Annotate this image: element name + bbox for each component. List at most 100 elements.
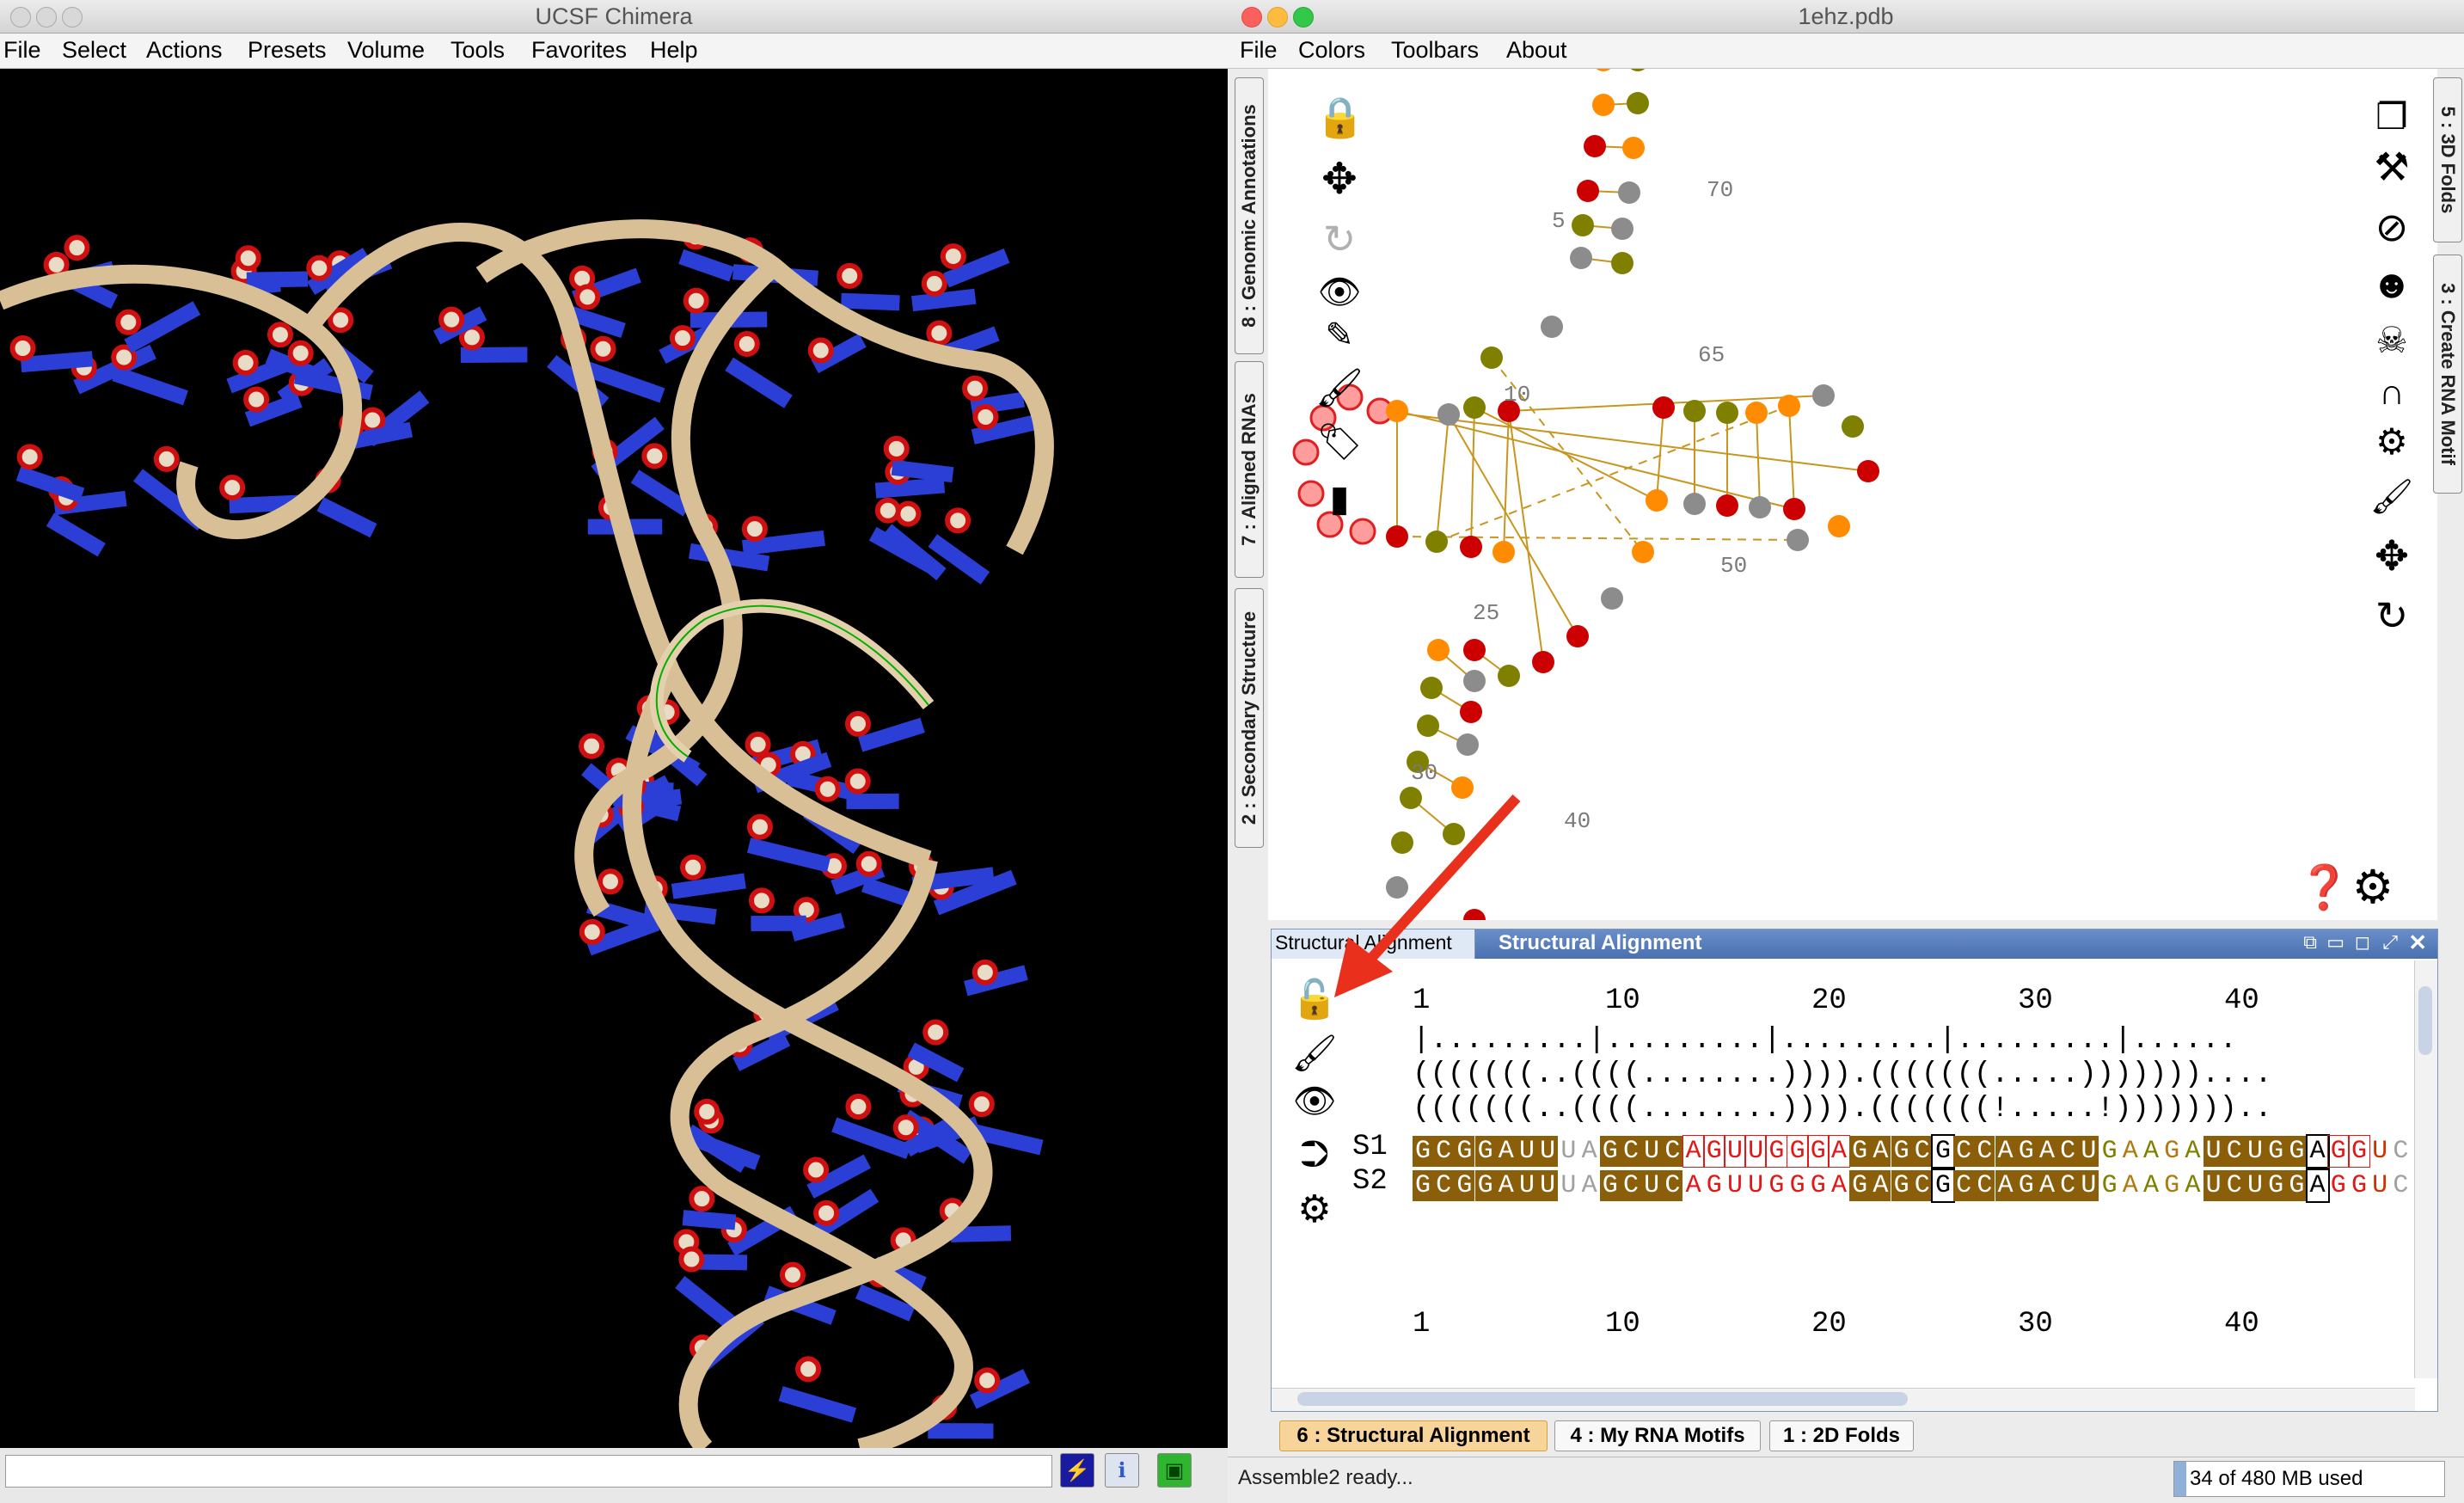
nucleotide-dot[interactable] — [1778, 395, 1800, 417]
nucleotide-cell[interactable]: G — [2349, 1170, 2369, 1201]
nucleotide-cell[interactable]: A — [2037, 1170, 2057, 1201]
nucleotide-dot[interactable] — [1349, 518, 1376, 545]
nucleotide-cell[interactable]: C — [1433, 1136, 1455, 1167]
nucleotide-cell[interactable]: C — [2057, 1170, 2079, 1201]
nucleotide-cell[interactable]: G — [2326, 1135, 2350, 1168]
nucleotide-dot[interactable] — [1618, 181, 1640, 204]
image-icon[interactable]: ▣ — [1157, 1453, 1192, 1488]
nucleotide-dot[interactable] — [1425, 531, 1448, 553]
nucleotide-dot[interactable] — [1622, 137, 1645, 159]
nucleotide-dot[interactable] — [1716, 494, 1738, 517]
nucleotide-cell[interactable]: G — [2099, 1136, 2120, 1167]
nucleotide-cell[interactable]: A — [1870, 1170, 1891, 1201]
nucleotide-cell[interactable]: C — [1974, 1170, 1995, 1201]
nucleotide-dot[interactable] — [1577, 180, 1599, 202]
nucleotide-cell[interactable]: G — [1849, 1136, 1871, 1167]
nucleotide-cell[interactable]: U — [1641, 1136, 1663, 1167]
paintbrush-icon[interactable]: 🖌 — [1290, 1029, 1339, 1077]
nucleotide-cell[interactable]: A — [2182, 1136, 2203, 1167]
nucleotide-cell[interactable]: C — [1621, 1136, 1641, 1167]
nucleotide-cell[interactable]: A — [2141, 1170, 2161, 1201]
nucleotide-cell[interactable]: U — [1558, 1136, 1578, 1167]
nucleotide-dot[interactable] — [1683, 400, 1706, 422]
skull-icon[interactable]: ☠ — [2368, 316, 2416, 365]
refresh-icon[interactable]: ↻ — [2368, 592, 2416, 640]
settings-gear-icon[interactable]: ⚙ — [2349, 863, 2397, 911]
nucleotide-cell[interactable]: G — [2348, 1135, 2370, 1168]
nucleotide-cell[interactable]: G — [1786, 1135, 1809, 1168]
nucleotide-cell[interactable]: C — [1662, 1136, 1683, 1167]
horizontal-scroll-thumb[interactable] — [1297, 1392, 1908, 1406]
panel-undock-icon[interactable]: ⧉ — [2303, 931, 2317, 954]
nucleotide-cell[interactable]: C — [1662, 1170, 1683, 1201]
3d-molecule-viewer[interactable] — [0, 69, 1228, 1457]
nucleotide-dot[interactable] — [1592, 94, 1615, 116]
magnet-icon[interactable]: ∩ — [2368, 368, 2416, 416]
nucleotide-cell[interactable]: G — [1599, 1170, 1621, 1201]
nucleotide-cell[interactable]: U — [2078, 1170, 2099, 1201]
nucleotide-cell[interactable]: C — [2057, 1136, 2079, 1167]
nucleotide-dot[interactable] — [1386, 876, 1408, 899]
nucleotide-dot[interactable] — [1611, 252, 1633, 274]
lock-icon[interactable]: 🔒 — [1315, 93, 1364, 141]
collapse-icon[interactable]: ✥ — [1315, 155, 1364, 203]
nucleotide-cell[interactable]: C — [1433, 1170, 1455, 1201]
menu-colors[interactable]: Colors — [1298, 37, 1365, 64]
nucleotide-cell[interactable]: G — [2286, 1170, 2308, 1201]
nucleotide-dot[interactable] — [1749, 496, 1771, 518]
nucleotide-cell[interactable]: U — [1744, 1135, 1768, 1168]
menu-actions[interactable]: Actions — [146, 37, 223, 64]
nucleotide-cell[interactable]: G — [2265, 1170, 2287, 1201]
vertical-scroll-thumb[interactable] — [2418, 986, 2432, 1055]
nucleotide-cell[interactable]: A — [2120, 1136, 2141, 1167]
nucleotide-dot[interactable] — [1498, 665, 1520, 687]
vertical-scrollbar[interactable] — [2414, 960, 2437, 1378]
nucleotide-cell[interactable]: G — [1413, 1170, 1433, 1201]
tab-my-rna-motifs[interactable]: 4 : My RNA Motifs — [1554, 1420, 1761, 1451]
tab-structural-alignment-bottom[interactable]: 6 : Structural Alignment — [1279, 1420, 1548, 1451]
nucleotide-cell[interactable]: U — [1558, 1170, 1578, 1201]
nucleotide-cell[interactable]: A — [1579, 1136, 1600, 1167]
nucleotide-dot[interactable] — [1463, 639, 1486, 661]
info-icon[interactable]: ℹ — [1105, 1453, 1139, 1488]
nucleotide-dot[interactable] — [1292, 439, 1320, 466]
menu-tools[interactable]: Tools — [451, 37, 505, 64]
nucleotide-cell[interactable]: C — [1911, 1170, 1933, 1201]
nucleotide-cell[interactable]: G — [1849, 1170, 1871, 1201]
help-icon[interactable]: ❓ — [2297, 863, 2351, 911]
nucleotide-cell[interactable]: C — [2390, 1170, 2411, 1201]
nucleotide-cell[interactable]: C — [2390, 1136, 2411, 1167]
nucleotide-cell[interactable]: G — [2015, 1136, 2037, 1167]
sign-in-icon[interactable]: ⮊ — [1290, 1131, 1339, 1179]
nucleotide-cell[interactable]: G — [1474, 1136, 1496, 1167]
magic-wand-icon[interactable]: ✎ — [1315, 311, 1364, 359]
menu-file[interactable]: File — [3, 37, 41, 64]
tab-genomic-annotations[interactable]: 8 : Genomic Annotations — [1235, 77, 1264, 354]
nucleotide-dot[interactable] — [1857, 460, 1879, 482]
nucleotide-cell[interactable]: A — [1495, 1170, 1517, 1201]
nucleotide-cell[interactable]: U — [1745, 1170, 1766, 1201]
menu-help[interactable]: Help — [650, 37, 698, 64]
nucleotide-dot[interactable] — [1400, 787, 1422, 809]
eye-icon[interactable]: 👁 — [1290, 1077, 1339, 1126]
eye-icon[interactable]: 👁 — [1315, 268, 1364, 316]
nucleotide-cell[interactable]: A — [1682, 1135, 1705, 1168]
nucleotide-cell[interactable]: G — [1808, 1170, 1829, 1201]
nucleotide-dot[interactable] — [1572, 214, 1594, 236]
nucleotide-cell[interactable]: G — [1413, 1136, 1433, 1167]
nucleotide-dot[interactable] — [1611, 218, 1633, 240]
nucleotide-dot[interactable] — [1417, 715, 1439, 737]
nucleotide-cell[interactable]: U — [1517, 1136, 1537, 1167]
nucleotide-cell[interactable]: A — [1870, 1136, 1891, 1167]
nucleotide-dot[interactable] — [1443, 823, 1465, 845]
nucleotide-dot[interactable] — [1683, 493, 1706, 515]
nucleotide-cell[interactable]: G — [1931, 1169, 1955, 1203]
menu-select[interactable]: Select — [62, 37, 126, 64]
nucleotide-cell[interactable]: C — [1953, 1136, 1975, 1167]
nucleotide-cell[interactable]: G — [2015, 1170, 2037, 1201]
menu-file[interactable]: File — [1240, 37, 1278, 64]
nucleotide-cell[interactable]: A — [1579, 1170, 1600, 1201]
nucleotide-dot[interactable] — [1541, 316, 1563, 338]
menu-toolbars[interactable]: Toolbars — [1391, 37, 1479, 64]
nucleotide-cell[interactable]: A — [1828, 1135, 1850, 1168]
